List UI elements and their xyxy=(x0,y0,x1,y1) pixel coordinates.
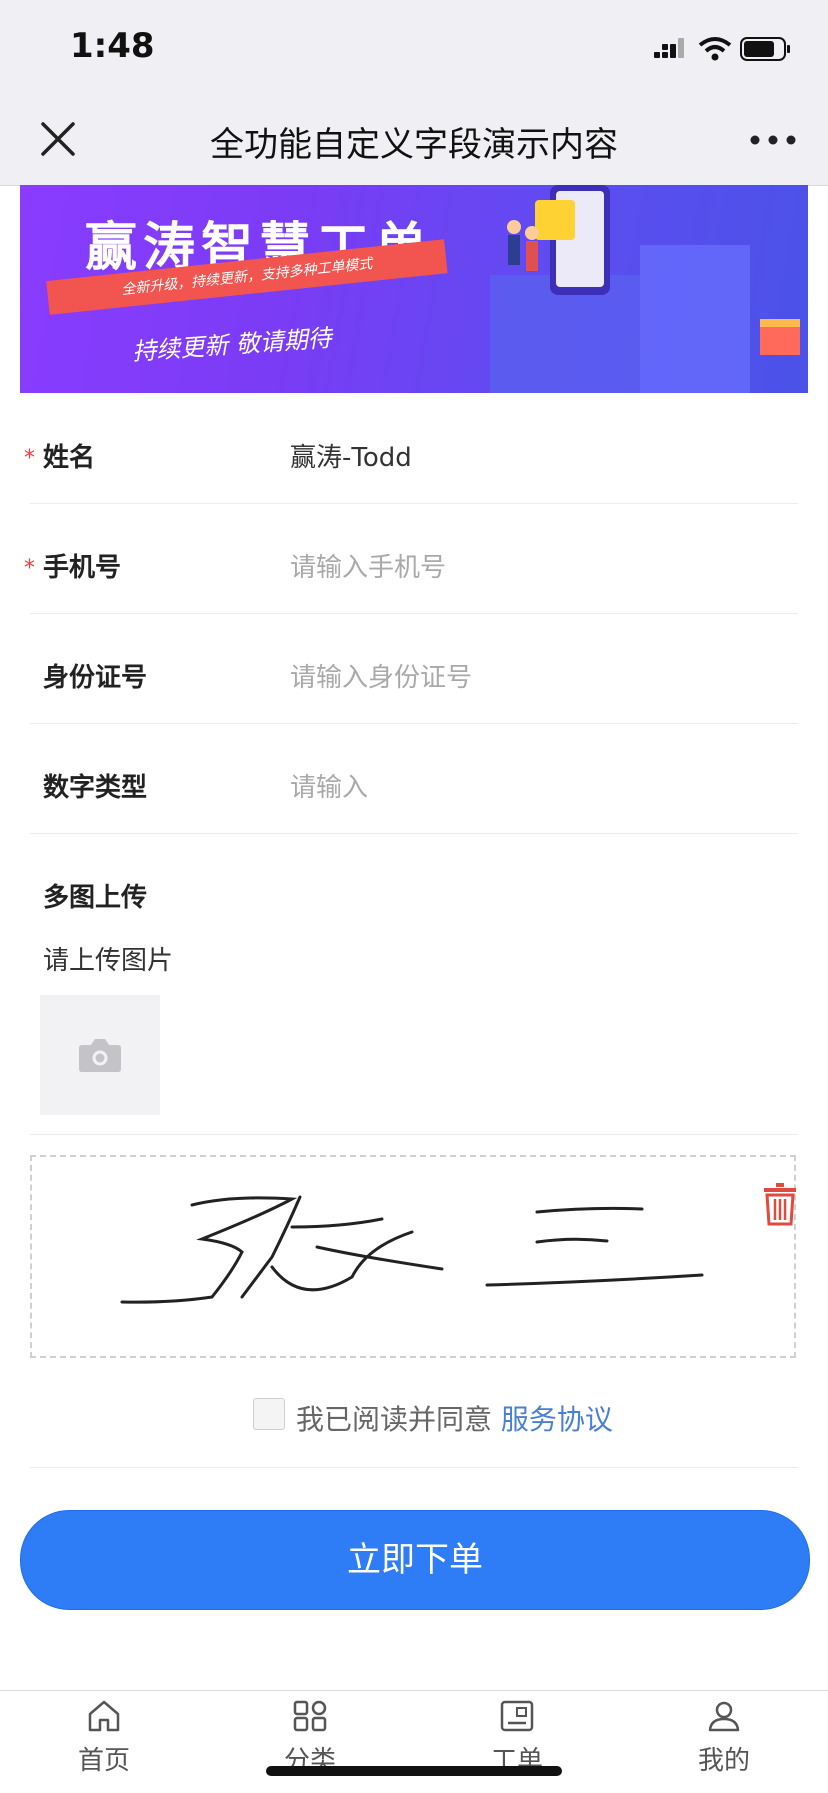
number-field[interactable]: 请输入 xyxy=(290,767,368,804)
divider xyxy=(30,1134,798,1135)
banner-illustration xyxy=(490,185,800,393)
trash-icon[interactable] xyxy=(762,1182,798,1226)
tab-home[interactable]: 首页 xyxy=(44,1700,164,1777)
tab-mine[interactable]: 我的 xyxy=(664,1700,784,1777)
banner-subtitle: 持续更新 敬请期待 xyxy=(131,324,333,366)
agreement-checkbox[interactable] xyxy=(253,1398,285,1430)
page-title: 全功能自定义字段演示内容 xyxy=(210,125,618,165)
upload-hint: 请上传图片 xyxy=(43,946,174,976)
upload-label: 多图上传 xyxy=(43,883,148,913)
home-indicator xyxy=(266,1766,562,1776)
divider xyxy=(30,1467,798,1468)
user-icon xyxy=(708,1701,740,1732)
idcard-field[interactable]: 请输入身份证号 xyxy=(290,657,472,694)
more-icon[interactable] xyxy=(748,130,798,150)
number-label: 数字类型 xyxy=(43,773,148,803)
tab-label: 我的 xyxy=(697,1746,750,1776)
status-time: 1:48 xyxy=(70,26,155,66)
wifi-icon xyxy=(698,37,732,61)
signal-icon xyxy=(654,38,684,58)
submit-order-button[interactable]: 立即下单 xyxy=(20,1510,810,1610)
agreement-text: 我已阅读并同意 服务协议 xyxy=(296,1398,613,1438)
required-mark: * xyxy=(24,556,35,581)
phone-field[interactable]: 请输入手机号 xyxy=(290,547,446,584)
divider xyxy=(30,833,798,834)
ticket-icon xyxy=(500,1700,534,1732)
divider xyxy=(30,723,798,724)
battery-icon xyxy=(740,37,790,61)
service-agreement-link[interactable]: 服务协议 xyxy=(501,1403,613,1436)
phone-label: 手机号 xyxy=(43,553,122,583)
camera-icon xyxy=(79,1039,121,1072)
idcard-label: 身份证号 xyxy=(43,663,148,693)
signature-drawing xyxy=(120,1195,704,1304)
upload-image-button[interactable] xyxy=(40,995,160,1115)
required-mark: * xyxy=(24,446,35,471)
promo-banner[interactable]: 赢涛智慧工单 全新升级，持续更新，支持多种工单模式 持续更新 敬请期待 xyxy=(20,185,808,393)
divider xyxy=(30,613,798,614)
grid-icon xyxy=(293,1700,327,1732)
tab-label: 首页 xyxy=(77,1746,130,1776)
agreement-label: 我已阅读并同意 xyxy=(296,1403,493,1436)
divider xyxy=(30,503,798,504)
home-icon xyxy=(88,1700,120,1732)
signature-pad[interactable] xyxy=(30,1155,796,1358)
name-field[interactable]: 赢涛-Todd xyxy=(290,437,412,474)
name-label: 姓名 xyxy=(43,443,96,473)
